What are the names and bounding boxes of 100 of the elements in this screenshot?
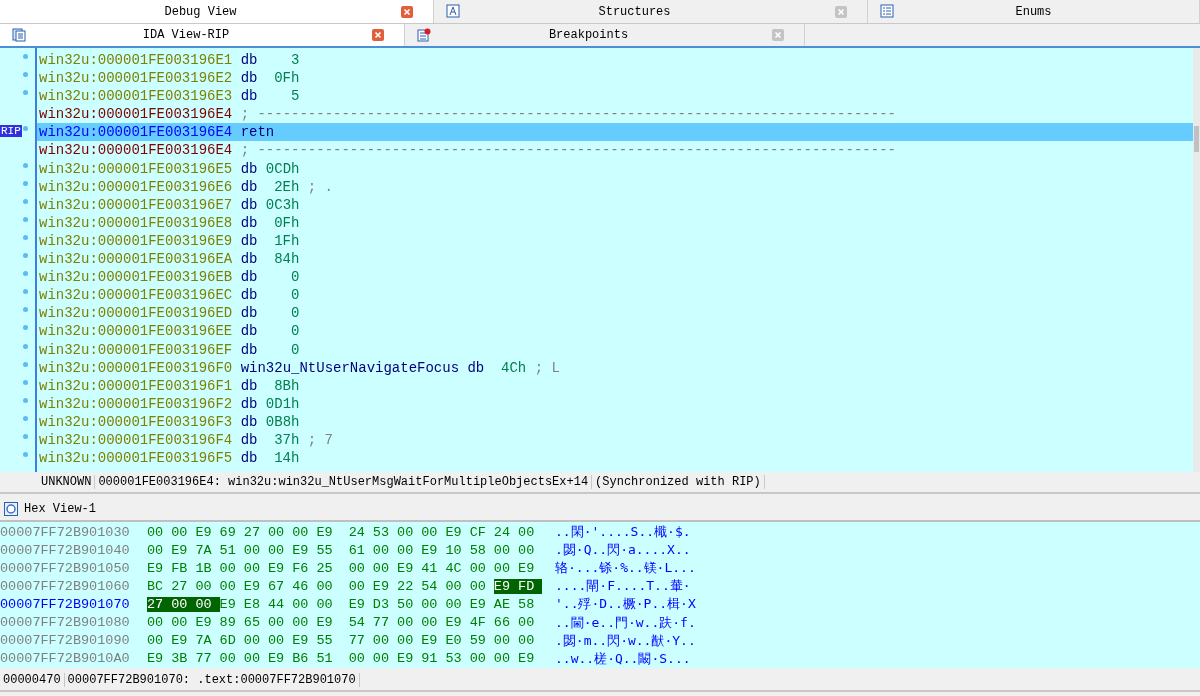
separator-comment: ; ----------------------------------------------------------------------------: [240, 141, 896, 160]
hex-address: 00007FF72B901030: [0, 524, 131, 540]
hex-byte: 00: [493, 633, 512, 649]
disassembly-line[interactable]: win32u:000001FE003196E4 ; ----------------------------------------------------------------------------: [37, 105, 1193, 124]
scrollbar-thumb[interactable]: [1194, 126, 1199, 152]
hex-byte: 00: [518, 542, 536, 558]
disassembly-line[interactable]: win32u:000001FE003196F3 db 0B8h: [37, 412, 1193, 431]
hex-byte: 00: [397, 542, 415, 558]
disassembly-line[interactable]: win32u:000001FE003196EC db 0: [37, 286, 1193, 305]
disassembly-line[interactable]: win32u:000001FE003196F2 db 0D1h: [37, 394, 1193, 413]
hex-byte: CF: [469, 524, 487, 540]
hex-byte: 27: [147, 596, 172, 612]
close-icon[interactable]: [372, 29, 384, 41]
close-icon[interactable]: [772, 29, 784, 41]
hex-byte: 51: [219, 542, 237, 558]
hex-byte: 00: [219, 560, 237, 576]
disassembly-line[interactable]: win32u:000001FE003196ED db 0: [37, 304, 1193, 323]
hex-byte: 00: [469, 578, 487, 594]
mnemonic: db: [240, 340, 258, 359]
hex-byte: 00: [372, 651, 391, 667]
hex-byte: 00: [469, 651, 487, 667]
hex-byte: E9: [243, 578, 261, 594]
address: win32u:000001FE003196F3: [39, 412, 233, 431]
hex-byte: 00: [268, 633, 286, 649]
hex-byte: E9: [445, 524, 463, 540]
operand: 1Fh: [273, 231, 300, 251]
hex-byte: E9: [372, 578, 391, 594]
operand: 0C3h: [265, 195, 300, 214]
disassembly-line[interactable]: win32u:000001FE003196E4 ; ----------------------------------------------------------------------------: [37, 141, 1193, 160]
ascii-text: ..w..槎·Q..闞·S...: [555, 649, 691, 668]
disassembly-line[interactable]: win32u:000001FE003196E8 db 0Fh: [37, 213, 1193, 232]
comment: ; .: [307, 177, 334, 196]
disassembly-line[interactable]: win32u:000001FE003196E2 db 0Fh: [37, 69, 1193, 88]
disassembly-line[interactable]: win32u:000001FE003196F0 win32u_NtUserNavigateFocus db 4Ch ; L: [37, 358, 1193, 377]
tab[interactable]: IDA View-RIP: [0, 24, 405, 46]
hex-byte: 77: [372, 615, 391, 630]
mnemonic: db: [240, 286, 258, 305]
hex-byte: E9: [268, 560, 286, 576]
disassembly-line[interactable]: win32u:000001FE003196F1 db 8Bh: [37, 376, 1193, 395]
close-icon[interactable]: [835, 5, 847, 18]
disassembly-line[interactable]: win32u:000001FE003196EF db 0: [37, 340, 1193, 359]
hex-address: 00007FF72B901070: [0, 596, 131, 612]
hex-byte: 00: [397, 633, 415, 649]
mnemonic: db: [240, 322, 258, 341]
hex-byte: 00: [348, 578, 366, 594]
address: win32u:000001FE003196E8: [39, 213, 233, 232]
disassembly-line[interactable]: win32u:000001FE003196E6 db 2Eh ; .: [37, 177, 1193, 196]
address: win32u:000001FE003196E4: [39, 141, 233, 160]
hex-byte: E9: [292, 542, 310, 558]
tab[interactable]: Debug View: [0, 0, 434, 23]
disassembly-line[interactable]: win32u:000001FE003196EA db 84h: [37, 250, 1193, 269]
address: win32u:000001FE003196EF: [39, 340, 233, 359]
close-icon[interactable]: [401, 5, 413, 18]
hex-byte: 89: [219, 615, 237, 630]
address: win32u:000001FE003196E6: [39, 177, 233, 196]
hex-byte: 7A: [195, 542, 213, 558]
disassembly-line[interactable]: win32u:000001FE003196E7 db 0C3h: [37, 195, 1193, 214]
ascii-text: ..閑·'....S..檝·$.: [555, 523, 691, 542]
hex-byte: 00: [147, 542, 165, 558]
disassembly-line[interactable]: win32u:000001FE003196E1 db 3: [37, 51, 1193, 70]
disassembly-line[interactable]: win32u:000001FE003196F5 db 14h: [37, 449, 1193, 468]
disassembly-line[interactable]: win32u:000001FE003196EB db 0: [37, 268, 1193, 287]
address: win32u:000001FE003196F1: [39, 376, 233, 395]
operand: 4Ch: [500, 358, 527, 377]
mnemonic: db: [240, 250, 258, 269]
disassembly-line[interactable]: win32u:000001FE003196EE db 0: [37, 322, 1193, 341]
hex-address: 00007FF72B901040: [0, 542, 131, 558]
hex-byte: 00: [147, 633, 165, 649]
hex-byte: 10: [445, 542, 463, 558]
scrollbar[interactable]: [1193, 48, 1200, 472]
operand: 8Bh: [273, 376, 300, 395]
operand: 0: [290, 268, 300, 287]
hex-byte: 55: [316, 633, 334, 649]
operand: 0: [290, 340, 300, 359]
address: win32u:000001FE003196F0: [39, 358, 233, 377]
hex-byte: 53: [445, 651, 463, 667]
operand: 84h: [273, 250, 300, 269]
operand: 0CDh: [265, 159, 300, 178]
address: win32u:000001FE003196E4: [39, 123, 233, 142]
hex-byte: E9: [316, 615, 334, 630]
hex-byte: 54: [421, 578, 439, 594]
hex-byte: 44: [268, 596, 286, 612]
hex-byte: 00: [171, 524, 189, 540]
hex-byte: E9: [397, 560, 415, 576]
mnemonic: db: [240, 177, 258, 196]
mnemonic: db: [240, 268, 258, 287]
disassembly-line[interactable]: win32u:000001FE003196E5 db 0CDh: [37, 159, 1193, 178]
address: win32u:000001FE003196EB: [39, 268, 233, 287]
hex-byte: 00: [397, 615, 415, 630]
address: win32u:000001FE003196E9: [39, 231, 233, 251]
disassembly-line[interactable]: win32u:000001FE003196F4 db 37h ; 7: [37, 430, 1193, 450]
disassembly-line[interactable]: win32u:000001FE003196E9 db 1Fh: [37, 231, 1193, 251]
status-text: 00007FF72B901070: .text:00007FF72B901070: [64, 673, 360, 687]
hex-byte: E9: [421, 542, 439, 558]
hex-byte: 00: [316, 596, 334, 612]
operand: 0: [290, 286, 300, 305]
hex-view-icon: [4, 502, 18, 516]
separator-comment: ; ----------------------------------------------------------------------------: [240, 105, 896, 124]
hex-byte: 00: [445, 596, 463, 612]
disassembly-line[interactable]: win32u:000001FE003196E3 db 5: [37, 87, 1193, 106]
